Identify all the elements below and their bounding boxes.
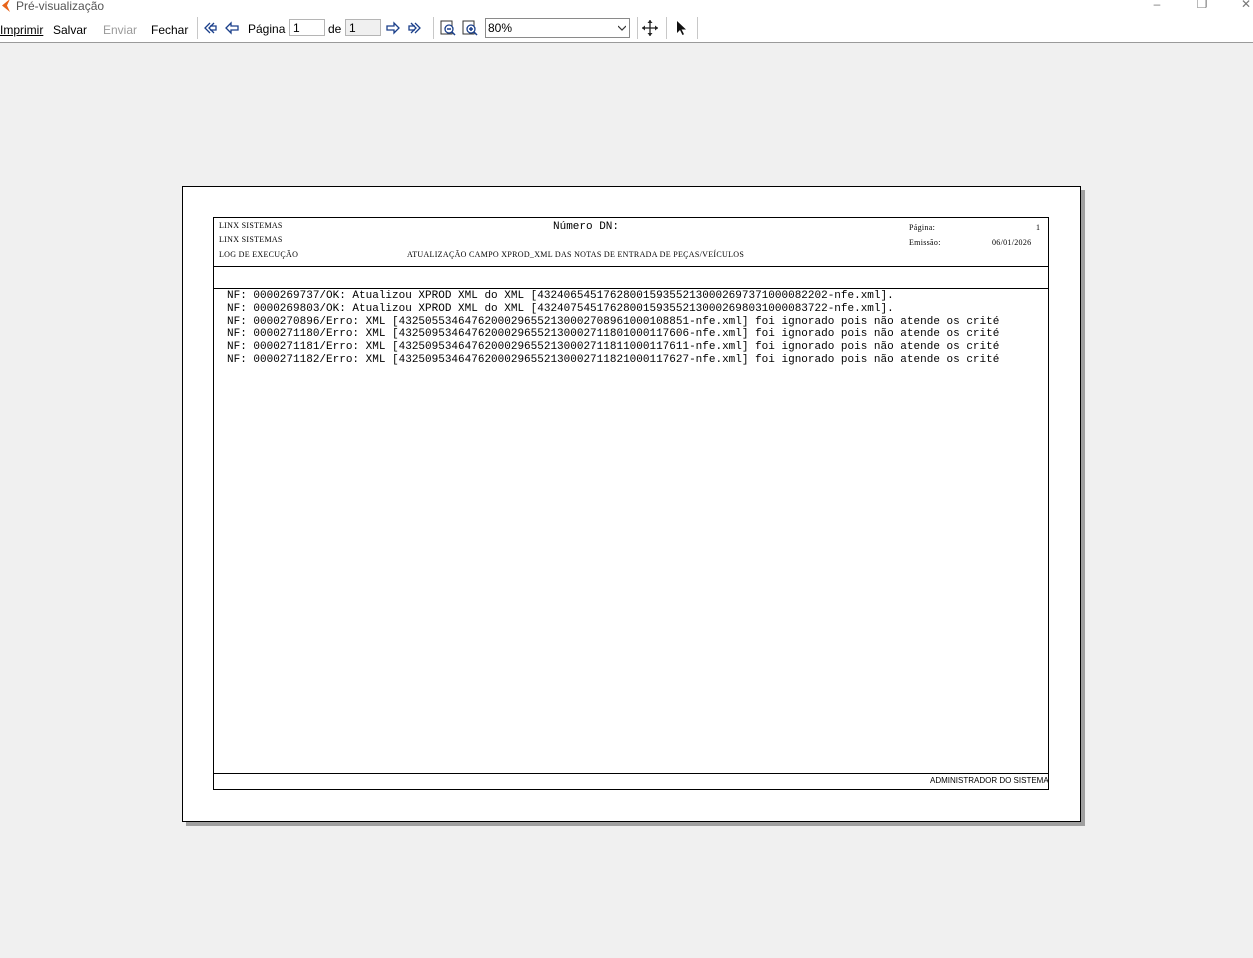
log-line: NF: 0000269803/OK: Atualizou XPROD XML d… [227, 302, 894, 315]
last-page-icon[interactable] [407, 20, 423, 36]
toolbar: Imprimir Salvar Enviar Fechar Página 1 d… [0, 14, 1253, 43]
company-name-1: LINX SISTEMAS [219, 221, 283, 230]
print-button[interactable]: Imprimir [0, 23, 43, 37]
toolbar-separator [197, 17, 198, 39]
app-logo-icon [2, 0, 10, 12]
chevron-down-icon [618, 25, 626, 31]
toolbar-separator [666, 17, 667, 39]
prev-page-icon[interactable] [224, 20, 240, 36]
company-name-2: LINX SISTEMAS [219, 235, 283, 244]
report-title: Número DN: [553, 221, 620, 233]
print-label: Imprimir [0, 23, 44, 37]
log-line: NF: 0000269737/OK: Atualizou XPROD XML d… [227, 290, 894, 302]
restore-button[interactable]: ❐ [1192, 0, 1212, 12]
of-label: de [328, 22, 342, 36]
footer-user: ADMINISTRADOR DO SISTEMA [930, 776, 1049, 785]
pointer-icon[interactable] [674, 20, 690, 36]
log-line: NF: 0000271181/Erro: XML [43250953464762… [227, 341, 1000, 354]
toolbar-separator [637, 17, 638, 39]
toolbar-separator [433, 17, 434, 39]
log-body: NF: 0000269737/OK: Atualizou XPROD XML d… [227, 290, 1047, 380]
send-button[interactable]: Enviar [103, 23, 137, 37]
toolbar-separator [697, 17, 698, 39]
zoom-value: 80% [488, 21, 513, 35]
log-line: NF: 0000271182/Erro: XML [43250953464762… [227, 353, 1000, 366]
emission-date: 06/01/2026 [992, 238, 1032, 247]
body-divider [213, 288, 1048, 289]
close-preview-button[interactable]: Fechar [151, 23, 188, 37]
save-button[interactable]: Salvar [53, 23, 87, 37]
total-pages-field: 1 [345, 19, 381, 36]
minimize-button[interactable]: – [1147, 0, 1167, 12]
zoom-in-icon[interactable] [462, 20, 478, 36]
next-page-icon[interactable] [385, 20, 401, 36]
log-line: NF: 0000271180/Erro: XML [43250953464762… [227, 328, 1000, 341]
title-bar: Pré-visualização – ❐ ✕ [0, 0, 1253, 14]
page-number-label: Página: [909, 223, 936, 232]
zoom-select[interactable]: 80% [485, 18, 630, 38]
current-page-input[interactable]: 1 [289, 19, 325, 36]
page-label: Página [248, 22, 286, 36]
first-page-icon[interactable] [202, 20, 218, 36]
page-number-value: 1 [1036, 223, 1041, 232]
window-title: Pré-visualização [16, 0, 105, 13]
header-divider [213, 266, 1048, 267]
zoom-out-icon[interactable] [440, 20, 456, 36]
move-icon[interactable] [642, 20, 658, 36]
section-name: LOG DE EXECUÇÃO [219, 250, 299, 259]
close-button[interactable]: ✕ [1236, 0, 1253, 12]
log-line: NF: 0000270896/Erro: XML [43250553464762… [227, 315, 1000, 328]
report-subtitle: ATUALIZAÇÃO CAMPO XPROD_XML DAS NOTAS DE… [407, 250, 745, 259]
footer-divider [213, 773, 1048, 774]
emission-label: Emissão: [909, 238, 941, 247]
